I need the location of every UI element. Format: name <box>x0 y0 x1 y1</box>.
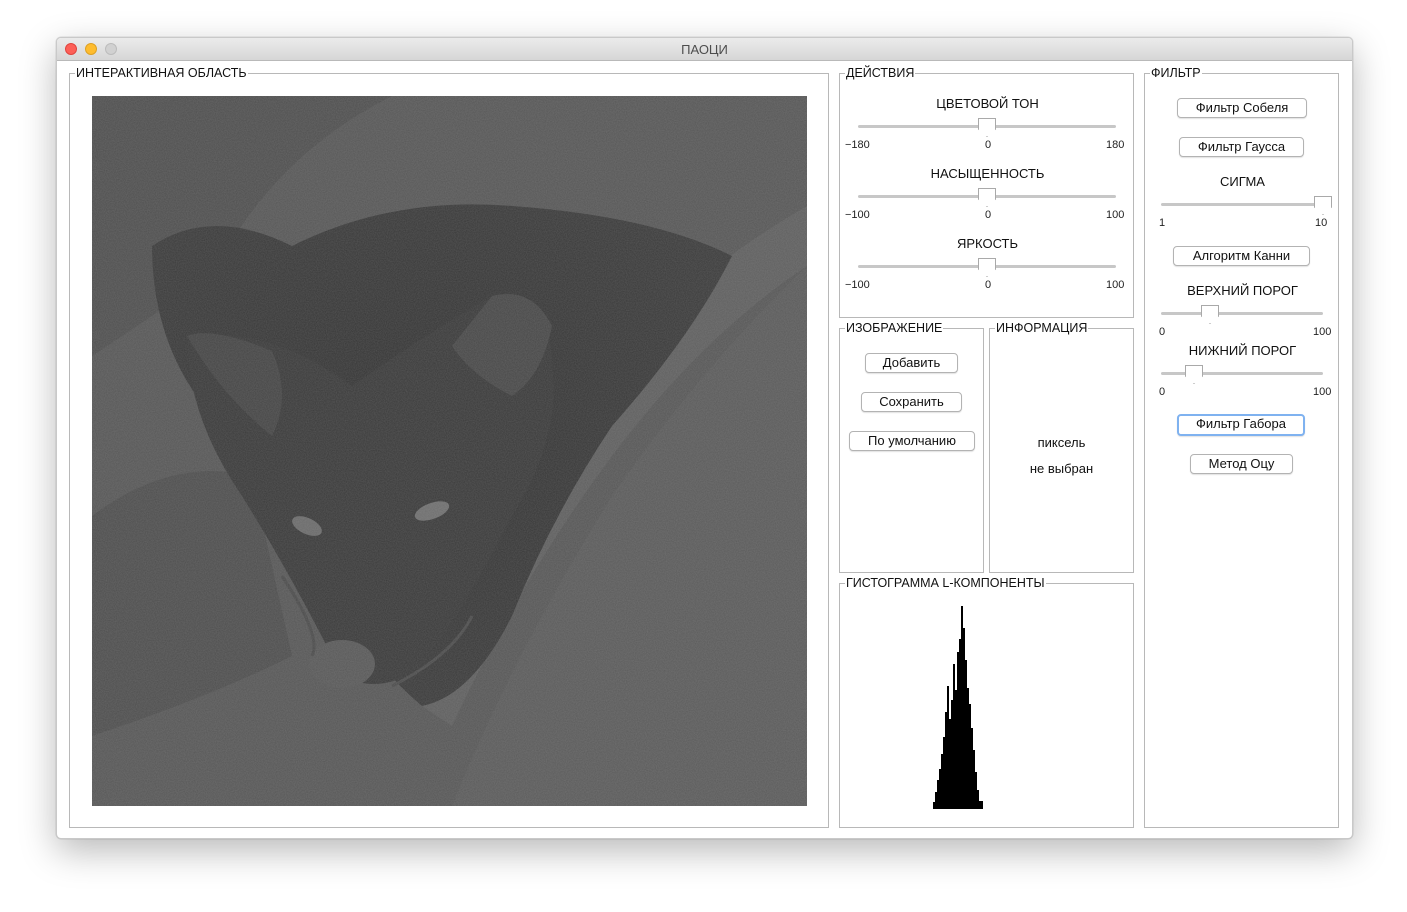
lower-threshold-slider-thumb[interactable] <box>1185 365 1203 384</box>
app-window: ПАОЦИ ИНТЕРАКТИВНАЯ ОБЛАСТЬ ДЕЙСТВИЯ ЦВЕ… <box>56 37 1353 839</box>
gabor-filter-button[interactable]: Фильтр Габора <box>1177 414 1305 436</box>
histogram-bars <box>933 606 983 809</box>
canny-algorithm-button[interactable]: Алгоритм Канни <box>1173 246 1310 266</box>
saturation-slider-thumb[interactable] <box>978 188 996 207</box>
interactive-area-panel: ИНТЕРАКТИВНАЯ ОБЛАСТЬ <box>69 66 829 828</box>
filter-panel: ФИЛЬТР Фильтр Собеля Фильтр Гаусса СИГМА… <box>1144 66 1339 828</box>
hue-label: ЦВЕТОВОЙ ТОН <box>936 96 1039 111</box>
actions-title: ДЕЙСТВИЯ <box>845 66 916 80</box>
image-canvas[interactable] <box>92 96 807 806</box>
lower-threshold-min-label: 0 <box>1159 386 1166 398</box>
hue-slider-thumb[interactable] <box>978 118 996 137</box>
brightness-label: ЯРКОСТЬ <box>956 236 1019 251</box>
window-title: ПАОЦИ <box>681 42 728 57</box>
hue-max-label: 180 <box>1106 139 1125 151</box>
saturation-min-label: −100 <box>845 209 870 221</box>
sigma-slider-thumb[interactable] <box>1314 196 1332 215</box>
sigma-max-label: 10 <box>1315 217 1328 229</box>
add-image-button[interactable]: Добавить <box>865 353 958 373</box>
gauss-filter-button[interactable]: Фильтр Гаусса <box>1179 137 1304 157</box>
otsu-method-button[interactable]: Метод Оцу <box>1190 454 1293 474</box>
info-title: ИНФОРМАЦИЯ <box>995 321 1089 335</box>
brightness-mid-label: 0 <box>984 279 992 291</box>
image-panel: ИЗОБРАЖЕНИЕ Добавить Сохранить По умолча… <box>839 321 984 573</box>
histogram-plot <box>933 606 983 809</box>
sigma-slider-track[interactable] <box>1161 203 1323 206</box>
info-line-2: не выбран <box>1029 461 1094 476</box>
hue-mid-label: 0 <box>984 139 992 151</box>
reset-default-button[interactable]: По умолчанию <box>849 431 975 451</box>
save-image-button[interactable]: Сохранить <box>861 392 962 412</box>
sobel-filter-button[interactable]: Фильтр Собеля <box>1177 98 1307 118</box>
upper-threshold-slider-thumb[interactable] <box>1201 305 1219 324</box>
image-title: ИЗОБРАЖЕНИЕ <box>845 321 944 335</box>
interactive-area-title: ИНТЕРАКТИВНАЯ ОБЛАСТЬ <box>75 66 248 80</box>
lower-threshold-label: НИЖНИЙ ПОРОГ <box>1188 343 1297 358</box>
brightness-max-label: 100 <box>1106 279 1125 291</box>
lower-threshold-max-label: 100 <box>1313 386 1332 398</box>
info-panel: ИНФОРМАЦИЯ пиксель не выбран <box>989 321 1134 573</box>
saturation-label: НАСЫЩЕННОСТЬ <box>930 166 1045 181</box>
upper-threshold-max-label: 100 <box>1313 326 1332 338</box>
histogram-panel: ГИСТОГРАММА L-КОМПОНЕНТЫ <box>839 576 1134 828</box>
hue-min-label: −180 <box>845 139 870 151</box>
histogram-title: ГИСТОГРАММА L-КОМПОНЕНТЫ <box>845 576 1046 590</box>
title-bar: ПАОЦИ <box>57 38 1352 61</box>
sigma-min-label: 1 <box>1159 217 1166 229</box>
sigma-label: СИГМА <box>1220 174 1265 189</box>
upper-threshold-label: ВЕРХНИЙ ПОРОГ <box>1187 283 1298 298</box>
upper-threshold-slider-track[interactable] <box>1161 312 1323 315</box>
brightness-min-label: −100 <box>845 279 870 291</box>
saturation-mid-label: 0 <box>984 209 992 221</box>
actions-panel: ДЕЙСТВИЯ ЦВЕТОВОЙ ТОН −180 0 180 НАСЫЩЕН… <box>839 66 1134 318</box>
filter-title: ФИЛЬТР <box>1150 66 1202 80</box>
brightness-slider-thumb[interactable] <box>978 258 996 277</box>
saturation-max-label: 100 <box>1106 209 1125 221</box>
upper-threshold-min-label: 0 <box>1159 326 1166 338</box>
info-line-1: пиксель <box>1037 435 1086 450</box>
